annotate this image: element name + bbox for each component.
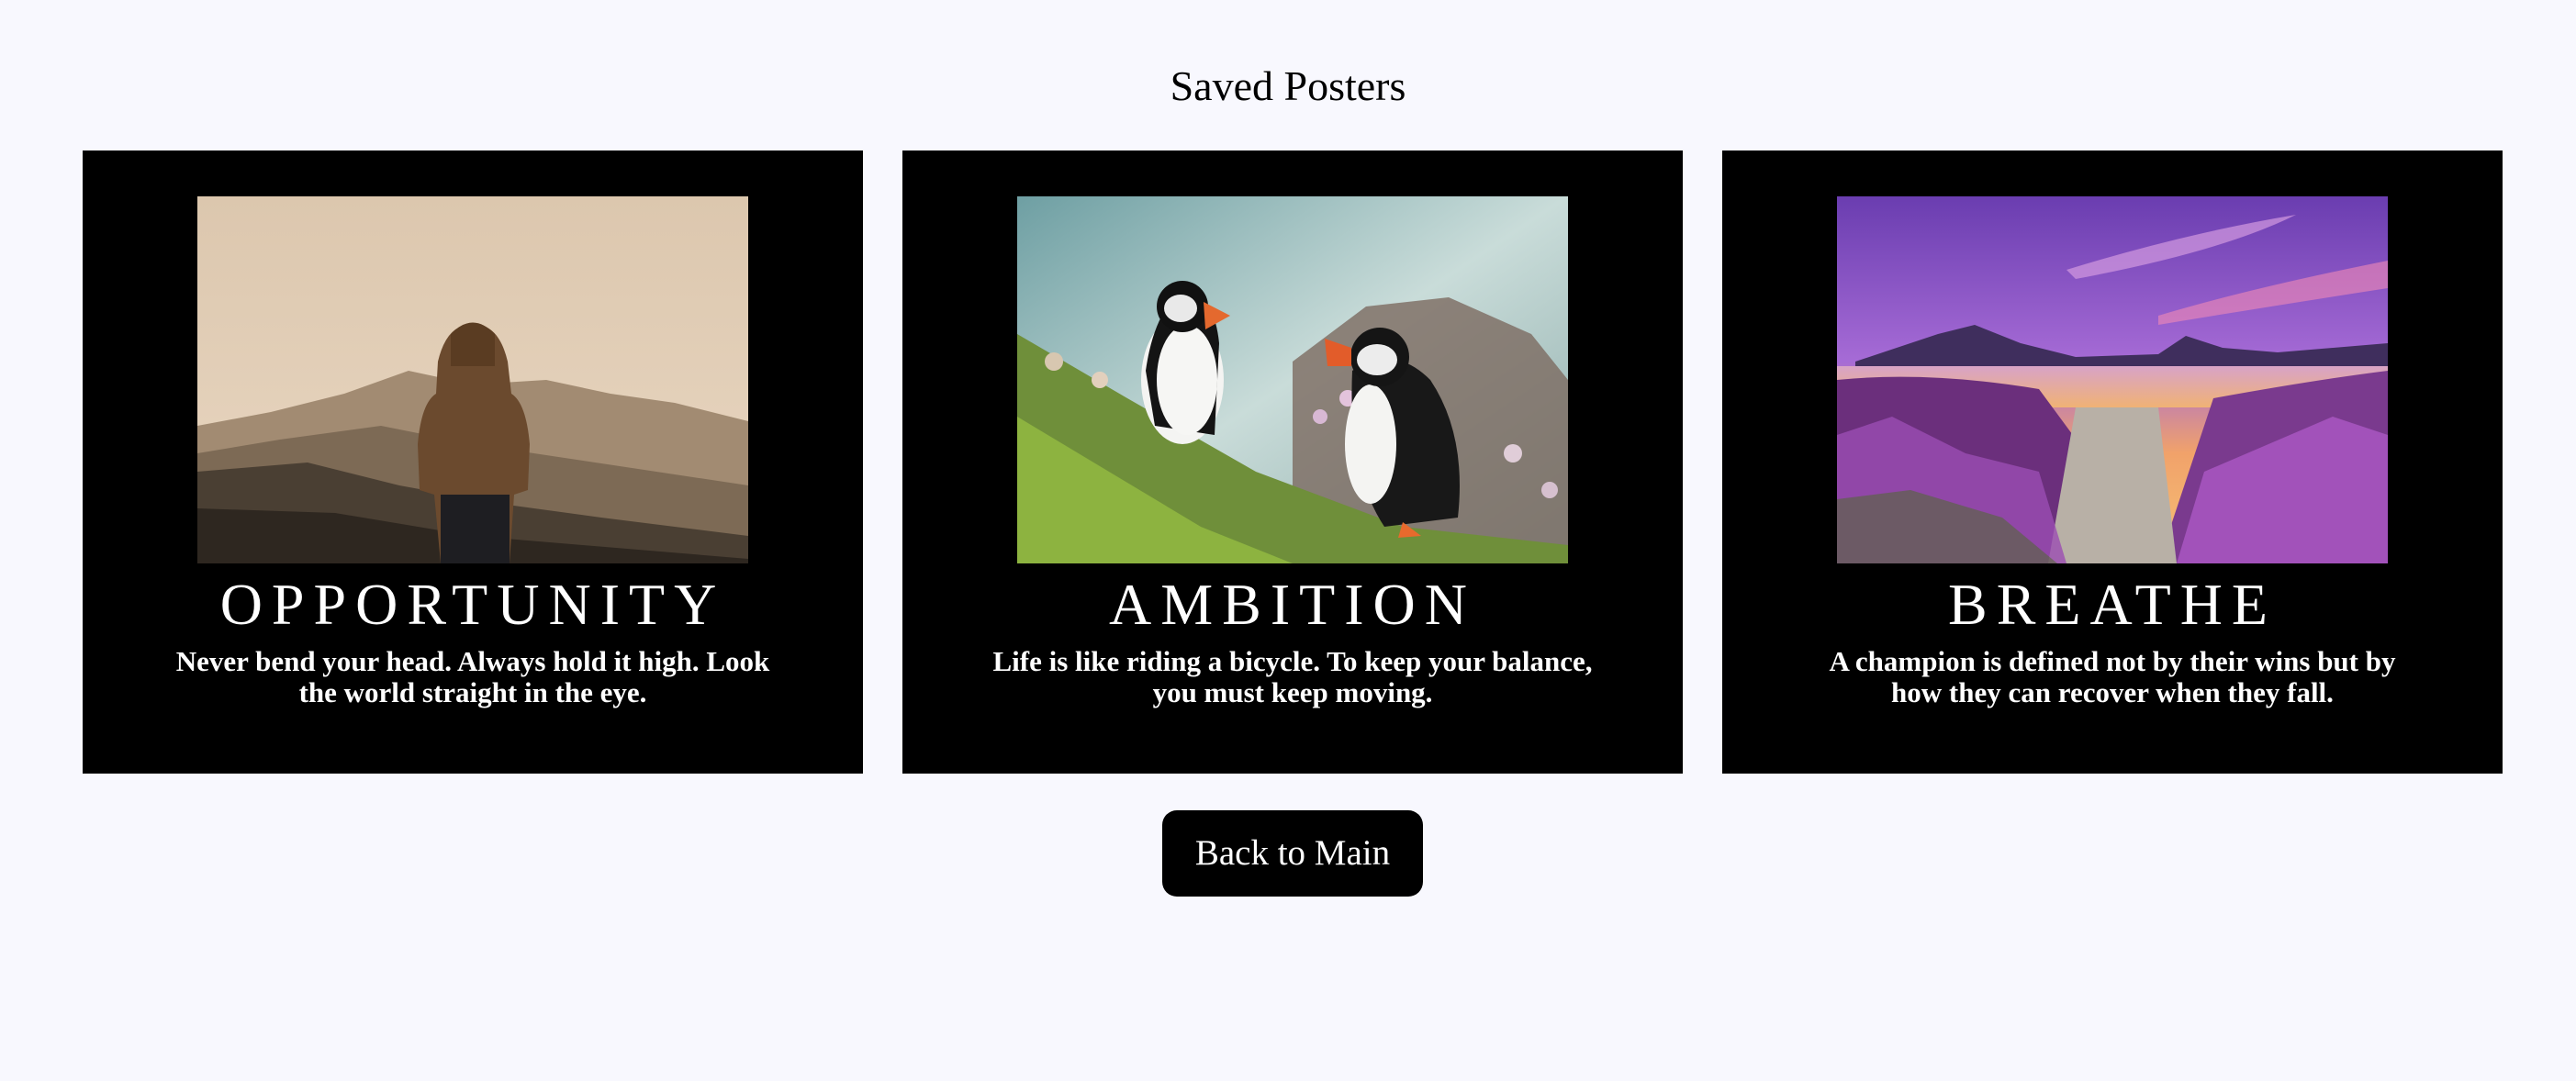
lavender-lake-sunset-photo	[1837, 196, 2388, 563]
poster-quote: Life is like riding a bicycle. To keep y…	[992, 645, 1593, 708]
page-title: Saved Posters	[1170, 62, 1406, 109]
back-to-main-button[interactable]: Back to Main	[1162, 810, 1423, 897]
poster-title: Breathe	[1948, 572, 2277, 637]
poster-card-ambition: Ambition Life is like riding a bicycle. …	[902, 150, 1683, 774]
poster-title: Opportunity	[219, 572, 726, 637]
puffins-on-cliff-photo	[1017, 196, 1568, 563]
poster-card-breathe: Breathe A champion is defined not by the…	[1722, 150, 2503, 774]
poster-card-opportunity: Opportunity Never bend your head. Always…	[83, 150, 863, 774]
saved-posters-grid: Opportunity Never bend your head. Always…	[83, 150, 2503, 774]
poster-image-ambition	[1017, 196, 1568, 563]
poster-quote: A champion is defined not by their wins …	[1829, 645, 2396, 708]
poster-quote: Never bend your head. Always hold it hig…	[175, 645, 770, 708]
poster-image-breathe	[1837, 196, 2388, 563]
person-on-mountain-photo	[197, 196, 748, 563]
poster-title: Ambition	[1109, 572, 1476, 637]
poster-image-opportunity	[197, 196, 748, 563]
